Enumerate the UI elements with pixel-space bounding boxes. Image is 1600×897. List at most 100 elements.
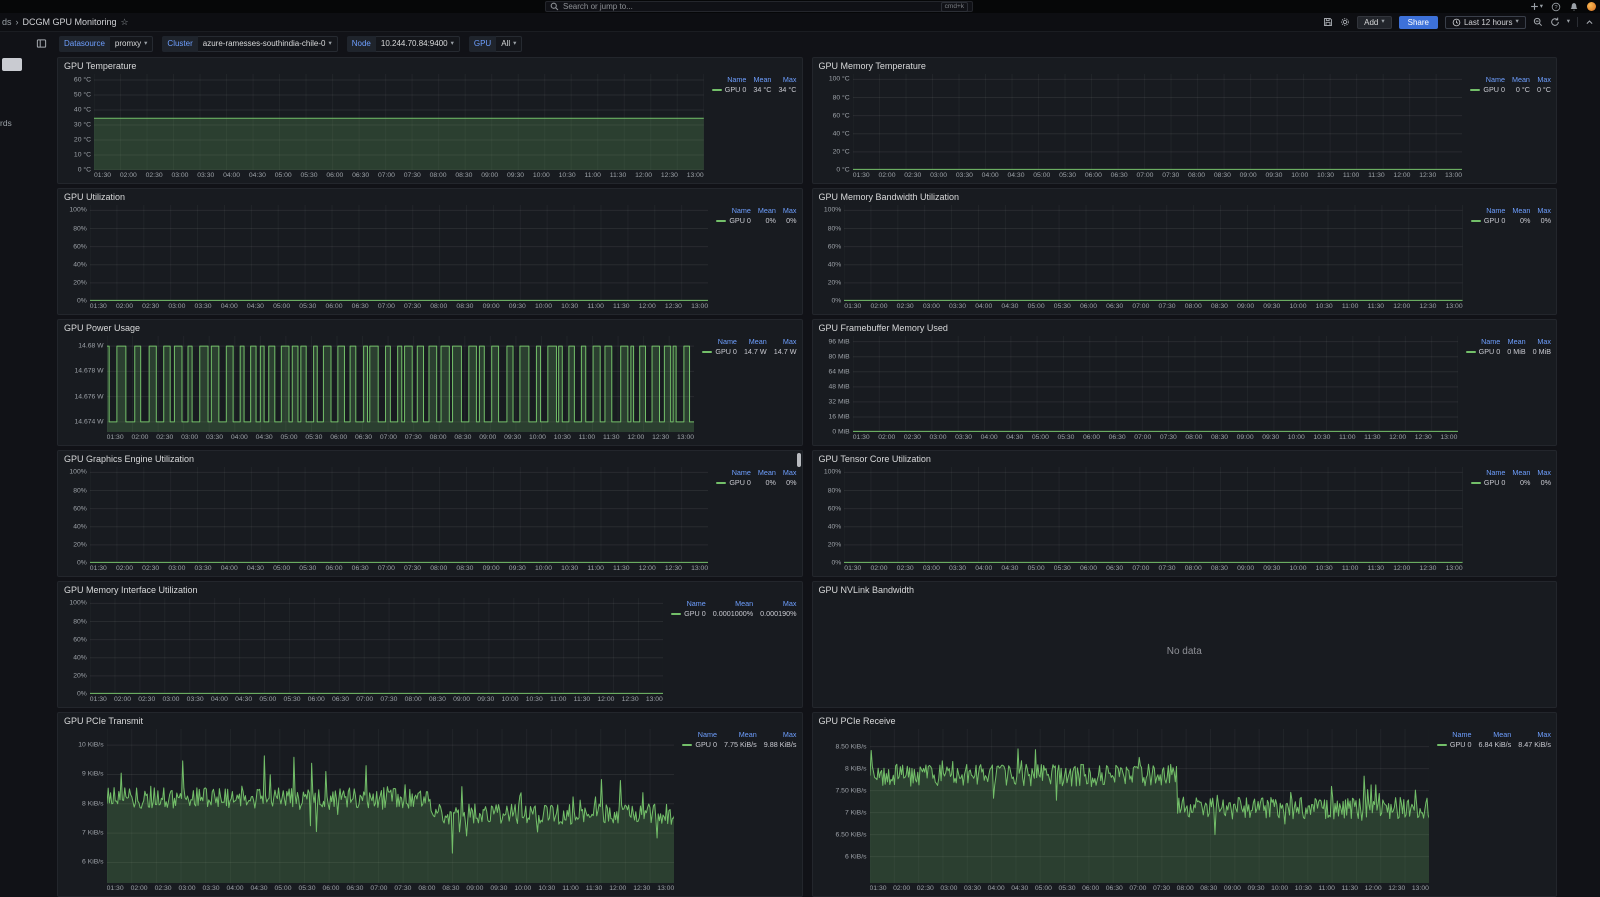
legend-mean-value: 0 MiB (1507, 347, 1525, 356)
legend-series-name[interactable]: GPU 0 (702, 347, 737, 356)
x-axis-tick: 11:30 (1364, 434, 1381, 443)
favorite-star-icon[interactable]: ☆ (121, 18, 129, 27)
breadcrumb-parent[interactable]: ds (2, 17, 12, 27)
x-axis-tick: 10:30 (561, 565, 578, 574)
x-axis-tick: 10:30 (526, 696, 543, 705)
x-axis-gpu-memory-bandwidth-utilization: 01:3002:0002:3003:0003:3004:0004:3005:00… (844, 301, 1463, 311)
legend-header-max: Max (1537, 75, 1551, 84)
y-axis-tick: 20 °C (833, 148, 850, 155)
legend-series-name[interactable]: GPU 0 (1471, 216, 1506, 225)
time-range-picker[interactable]: Last 12 hours ▾ (1445, 16, 1526, 29)
notifications-button[interactable] (1569, 2, 1579, 12)
panel-header-gpu-memory-temperature: GPU Memory Temperature (813, 58, 1557, 71)
panel-title-gpu-memory-bandwidth-utilization[interactable]: GPU Memory Bandwidth Utilization (819, 192, 960, 202)
x-axis-tick: 07:30 (1159, 303, 1176, 312)
legend-series-name[interactable]: GPU 0 (716, 478, 751, 487)
x-axis-tick: 05:30 (299, 303, 316, 312)
x-axis-tick: 08:30 (1211, 565, 1228, 574)
legend-series-name[interactable]: GPU 0 (716, 216, 751, 225)
x-axis-tick: 13:00 (1440, 434, 1457, 443)
add-new-button[interactable]: ▾ (1530, 2, 1543, 11)
x-axis-tick: 05:30 (1054, 303, 1071, 312)
user-avatar[interactable] (1587, 2, 1596, 11)
legend-series-name[interactable]: GPU 0 (682, 740, 717, 749)
x-axis-tick: 07:30 (404, 303, 421, 312)
panel-body-gpu-framebuffer-memory-used: 96 MiB80 MiB64 MiB48 MiB32 MiB16 MiB0 Mi… (813, 333, 1557, 445)
add-panel-button[interactable]: Add ▾ (1357, 16, 1392, 29)
dashboard-settings-button[interactable] (1340, 17, 1350, 27)
x-axis-tick: 07:00 (378, 565, 395, 574)
series-color-swatch (1470, 89, 1480, 91)
x-axis-tick: 02:30 (917, 885, 934, 894)
x-axis-tick: 08:30 (1211, 434, 1228, 443)
y-axis-tick: 8.50 KiB/s (836, 743, 867, 750)
sidebar-active-item[interactable] (2, 58, 22, 71)
panel-title-gpu-memory-temperature[interactable]: GPU Memory Temperature (819, 61, 926, 71)
panel-title-gpu-framebuffer-memory-used[interactable]: GPU Framebuffer Memory Used (819, 323, 948, 333)
refresh-button[interactable] (1550, 17, 1560, 27)
panel-title-gpu-memory-interface-utilization[interactable]: GPU Memory Interface Utilization (64, 585, 198, 595)
chart-plot-gpu-power-usage (107, 336, 695, 432)
refresh-interval-dropdown[interactable]: ▾ (1567, 19, 1570, 25)
x-axis-tick: 10:30 (1316, 565, 1333, 574)
y-axis-tick: 6 KiB/s (845, 853, 867, 860)
panel-title-gpu-nvlink-bandwidth[interactable]: GPU NVLink Bandwidth (819, 585, 915, 595)
legend-series-name[interactable]: GPU 0 (1437, 740, 1472, 749)
sidebar-item-label[interactable]: rds (0, 118, 12, 128)
chart-plot-gpu-graphics-engine-utilization (90, 467, 709, 563)
x-axis-tick: 11:00 (584, 172, 601, 181)
y-axis-tick: 20% (73, 541, 87, 548)
page-title[interactable]: DCGM GPU Monitoring (23, 17, 117, 27)
x-axis-tick: 02:00 (116, 565, 133, 574)
y-axis-tick: 30 °C (74, 122, 91, 129)
search-shortcut-badge: cmd+k (941, 2, 968, 12)
legend-series-name[interactable]: GPU 0 (1470, 85, 1505, 94)
x-axis-tick: 08:30 (1200, 885, 1217, 894)
zoom-out-time-button[interactable] (1533, 17, 1543, 27)
save-icon (1323, 17, 1333, 27)
x-axis-tick: 03:00 (923, 303, 940, 312)
y-axis-tick: 20% (828, 541, 842, 548)
search-input[interactable]: Search or jump to... cmd+k (545, 1, 973, 12)
legend-series-name[interactable]: GPU 0 (1471, 478, 1506, 487)
series-color-swatch (1437, 744, 1447, 746)
legend-series-name[interactable]: GPU 0 (671, 609, 706, 618)
panel-title-gpu-temperature[interactable]: GPU Temperature (64, 61, 136, 71)
save-dashboard-button[interactable] (1323, 17, 1333, 27)
legend-series-name[interactable]: GPU 0 (712, 85, 747, 94)
variable-value-gpu[interactable]: All▾ (496, 36, 522, 52)
y-axis-tick: 48 MiB (829, 383, 850, 390)
x-axis-tick: 06:00 (1082, 885, 1099, 894)
variable-value-node[interactable]: 10.244.70.84:9400▾ (376, 36, 460, 52)
share-button[interactable]: Share (1399, 16, 1438, 29)
panel-title-gpu-pcie-transmit[interactable]: GPU PCIe Transmit (64, 716, 143, 726)
panel-scrollbar-thumb[interactable] (797, 453, 801, 467)
y-axis-tick: 100% (69, 207, 86, 214)
y-axis-tick: 40% (73, 523, 87, 530)
collapse-topbar-button[interactable] (1585, 18, 1594, 27)
x-axis-tick: 10:00 (533, 172, 550, 181)
panel-title-gpu-utilization[interactable]: GPU Utilization (64, 192, 125, 202)
panel-title-gpu-pcie-receive[interactable]: GPU PCIe Receive (819, 716, 896, 726)
panel-title-gpu-power-usage[interactable]: GPU Power Usage (64, 323, 140, 333)
x-axis-tick: 09:30 (1263, 565, 1280, 574)
help-button[interactable]: ? (1551, 2, 1561, 12)
x-axis-tick: 06:30 (1106, 565, 1123, 574)
legend-header-name: Name (732, 468, 751, 477)
panel-gpu-utilization: GPU Utilization100%80%60%40%20%0%01:3002… (57, 188, 803, 315)
variable-value-cluster[interactable]: azure-ramesses-southindia-chile-0▾ (198, 36, 338, 52)
legend-series-name[interactable]: GPU 0 (1466, 347, 1501, 356)
toggle-variables-panel-button[interactable] (36, 38, 47, 49)
panel-title-gpu-tensor-core-utilization[interactable]: GPU Tensor Core Utilization (819, 454, 931, 464)
y-axis-gpu-memory-interface-utilization: 100%80%60%40%20%0% (63, 598, 90, 704)
y-axis-tick: 32 MiB (829, 398, 850, 405)
panel-title-gpu-graphics-engine-utilization[interactable]: GPU Graphics Engine Utilization (64, 454, 194, 464)
x-axis-tick: 08:00 (430, 565, 447, 574)
x-axis-tick: 06:30 (1106, 303, 1123, 312)
x-axis-tick: 11:30 (574, 696, 591, 705)
panel-body-gpu-power-usage: 14.68 W14.678 W14.676 W14.674 W01:3002:0… (58, 333, 802, 445)
legend-gpu-memory-temperature: NameMeanMaxGPU 00 °C0 °C (1470, 75, 1551, 180)
x-axis-tick: 02:30 (904, 434, 921, 443)
variable-value-datasource[interactable]: promxy▾ (110, 36, 154, 52)
panel-header-gpu-pcie-transmit: GPU PCIe Transmit (58, 713, 802, 726)
